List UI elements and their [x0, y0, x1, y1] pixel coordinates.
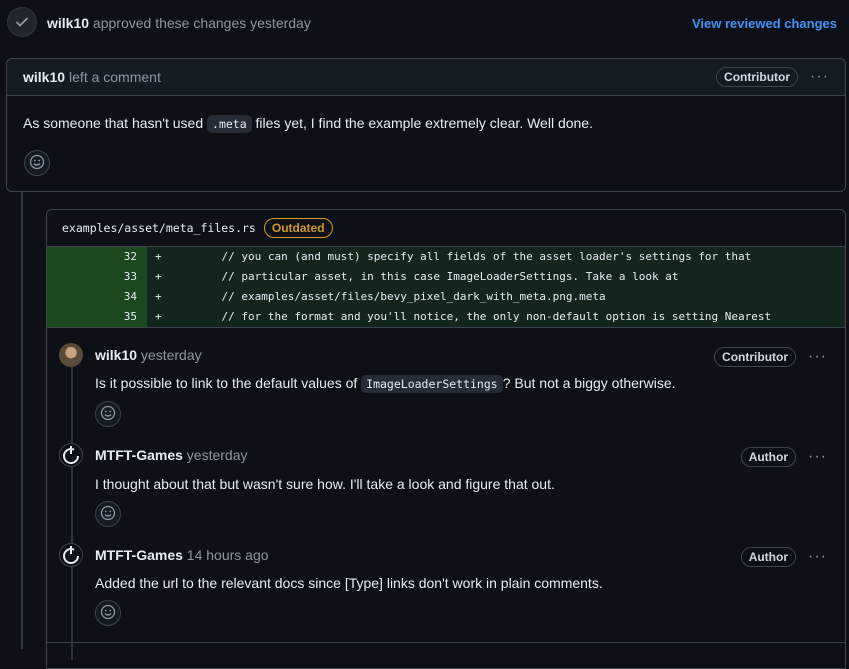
review-thread: examples/asset/meta_files.rs Outdated 32…	[46, 209, 846, 669]
add-reaction-button[interactable]	[95, 501, 121, 527]
review-summary: wilk10 approved these changes yesterday	[47, 15, 311, 31]
comment-meta: MTFT-Games yesterday	[95, 447, 248, 463]
outdated-badge: Outdated	[263, 218, 333, 238]
kebab-icon[interactable]: ···	[808, 348, 827, 366]
comment-text-after: files yet, I find the example extremely …	[255, 115, 593, 131]
add-reaction-button[interactable]	[95, 600, 121, 626]
avatar-wilk10[interactable]	[59, 343, 83, 367]
diff-sign: +	[155, 290, 162, 303]
view-reviewed-changes-link[interactable]: View reviewed changes	[692, 16, 837, 31]
kebab-icon[interactable]: ···	[810, 68, 829, 86]
comment-text-before: As someone that hasn't used	[23, 115, 204, 131]
diff-code: // examples/asset/files/bevy_pixel_dark_…	[195, 290, 606, 303]
approved-check-icon	[7, 7, 37, 37]
comment-time[interactable]: 14 hours ago	[187, 547, 269, 563]
add-reaction-button[interactable]	[24, 150, 50, 176]
kebab-icon[interactable]: ···	[808, 448, 827, 466]
comment-text-before: Is it possible to link to the default va…	[95, 375, 358, 391]
comment-body: Is it possible to link to the default va…	[95, 375, 676, 393]
diff-hunk: 32 + // you can (and must) specify all f…	[47, 247, 845, 327]
add-reaction-button[interactable]	[95, 401, 121, 427]
comment-body: Added the url to the relevant docs since…	[95, 575, 603, 591]
comment-actions: Author ···	[740, 447, 827, 467]
comment-actions: Contributor ···	[714, 347, 827, 367]
comment-author[interactable]: MTFT-Games	[95, 547, 183, 563]
divider	[47, 327, 845, 328]
inline-code: .meta	[207, 115, 252, 133]
comment-header: wilk10 left a comment Contributor ···	[7, 59, 845, 96]
thread-file-header: examples/asset/meta_files.rs Outdated	[47, 210, 845, 247]
reviewer-name[interactable]: wilk10	[47, 15, 89, 31]
comment-action: left a comment	[69, 69, 161, 85]
comment-body: I thought about that but wasn't sure how…	[95, 476, 555, 492]
comment-body: As someone that hasn't used .meta files …	[23, 115, 593, 133]
inline-code: ImageLoaderSettings	[361, 375, 503, 393]
diff-line: 34 + // examples/asset/files/bevy_pixel_…	[47, 287, 845, 307]
comment-author[interactable]: wilk10	[23, 69, 65, 85]
author-badge: Author	[740, 547, 797, 567]
comment-time[interactable]: yesterday	[141, 347, 202, 363]
contributor-badge: Contributor	[714, 347, 797, 367]
comment-actions: Author ···	[740, 547, 827, 567]
diff-line: 33 + // particular asset, in this case I…	[47, 267, 845, 287]
avatar-mtft-games[interactable]	[59, 543, 83, 567]
smiley-icon	[100, 405, 116, 424]
diff-line-number[interactable]: 35	[47, 307, 137, 327]
diff-sign: +	[155, 250, 162, 263]
comment-author[interactable]: wilk10	[95, 347, 137, 363]
comment-meta: MTFT-Games 14 hours ago	[95, 547, 269, 563]
diff-line-number[interactable]: 33	[47, 267, 137, 287]
diff-sign: +	[155, 270, 162, 283]
thread-line	[71, 360, 73, 660]
diff-code: // particular asset, in this case ImageL…	[195, 270, 679, 283]
diff-line: 35 + // for the format and you'll notice…	[47, 307, 845, 327]
diff-line-number[interactable]: 34	[47, 287, 137, 307]
review-action: approved these changes yesterday	[92, 15, 311, 31]
diff-sign: +	[155, 310, 162, 323]
diff-code: // you can (and must) specify all fields…	[195, 250, 752, 263]
avatar-mtft-games[interactable]	[59, 443, 83, 467]
diff-code: // for the format and you'll notice, the…	[195, 310, 772, 323]
comment-text-after: ? But not a biggy otherwise.	[502, 375, 676, 391]
diff-line-number[interactable]: 32	[47, 247, 137, 267]
file-path[interactable]: examples/asset/meta_files.rs	[62, 221, 256, 235]
kebab-icon[interactable]: ···	[808, 548, 827, 566]
comment-meta: wilk10 yesterday	[95, 347, 202, 363]
timeline-line	[21, 192, 23, 649]
smiley-icon	[100, 604, 116, 623]
smiley-icon	[100, 505, 116, 524]
author-badge: Author	[740, 447, 797, 467]
comment-author[interactable]: MTFT-Games	[95, 447, 183, 463]
review-comment-box: wilk10 left a comment Contributor ··· As…	[6, 58, 846, 192]
divider	[47, 642, 845, 643]
comment-time[interactable]: yesterday	[187, 447, 248, 463]
diff-line: 32 + // you can (and must) specify all f…	[47, 247, 845, 267]
smiley-icon	[29, 154, 45, 173]
contributor-badge: Contributor	[716, 67, 799, 87]
